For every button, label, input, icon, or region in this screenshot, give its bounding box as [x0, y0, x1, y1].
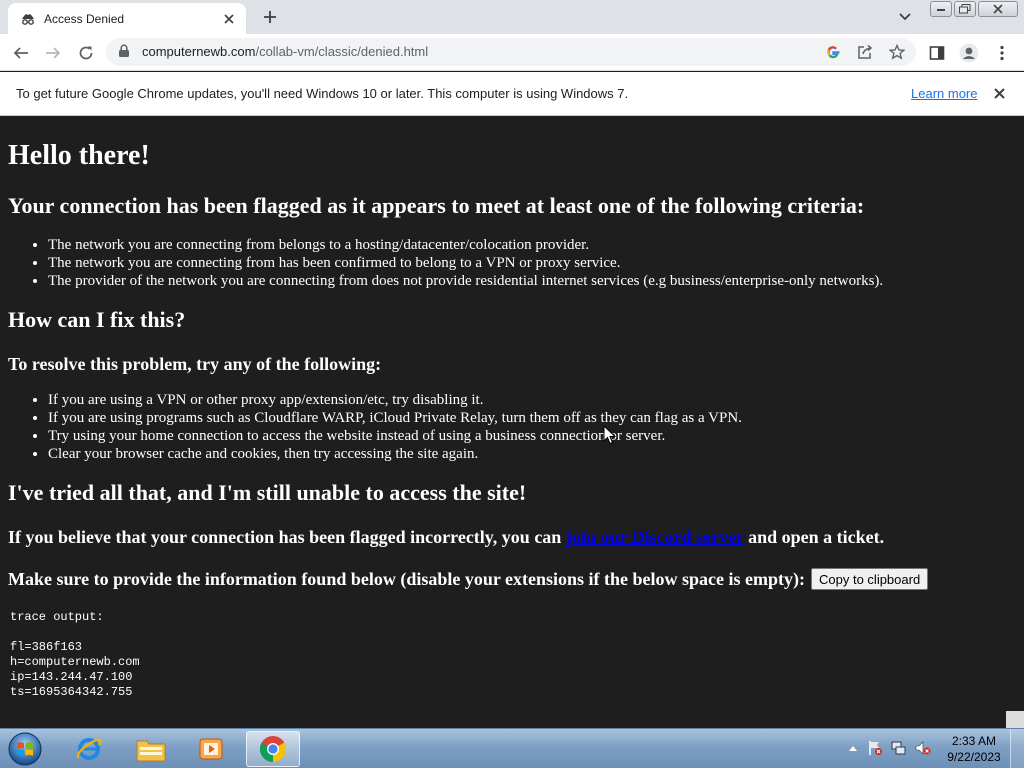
copy-to-clipboard-button[interactable]: Copy to clipboard: [811, 568, 929, 590]
page-content: Hello there! Your connection has been fl…: [0, 140, 1006, 700]
list-item: The network you are connecting from has …: [48, 254, 998, 272]
trace-line: ip=143.244.47.100: [10, 670, 133, 684]
close-window-button[interactable]: [978, 1, 1018, 17]
url-path: /collab-vm/classic/denied.html: [255, 44, 429, 59]
still-unable-heading: I've tried all that, and I'm still unabl…: [8, 480, 527, 505]
provide-info-text: Make sure to provide the information fou…: [8, 569, 806, 589]
file-explorer-icon: [136, 740, 166, 762]
fixes-list: If you are using a VPN or other proxy ap…: [8, 391, 998, 463]
list-item: Try using your home connection to access…: [48, 427, 998, 445]
restore-button[interactable]: [954, 1, 976, 17]
taskbar-media-player[interactable]: [184, 731, 238, 767]
address-bar[interactable]: computernewb.com/collab-vm/classic/denie…: [106, 38, 916, 66]
list-item: The network you are connecting from belo…: [48, 236, 998, 254]
tab-access-denied[interactable]: Access Denied: [8, 3, 246, 34]
url-text[interactable]: computernewb.com/collab-vm/classic/denie…: [142, 44, 428, 59]
update-infobar: To get future Google Chrome updates, you…: [0, 72, 1024, 116]
vertical-scrollbar[interactable]: [1006, 117, 1024, 711]
list-item: If you are using a VPN or other proxy ap…: [48, 391, 998, 409]
tab-strip: Access Denied: [0, 0, 1024, 34]
criteria-heading: Your connection has been flagged as it a…: [8, 193, 865, 218]
trace-line: fl=386f163: [10, 640, 83, 654]
lock-icon[interactable]: [118, 44, 130, 63]
scrollbar-corner: [1006, 711, 1024, 728]
share-icon[interactable]: [856, 43, 874, 61]
infobar-close-icon[interactable]: [990, 84, 1008, 102]
trace-line: h=computernewb.com: [10, 655, 140, 669]
clock-date: 9/22/2023: [947, 750, 1001, 764]
trace-line: ts=1695364342.755: [10, 685, 133, 699]
minimize-button[interactable]: [930, 1, 952, 17]
trace-output[interactable]: trace output: fl=386f163 h=computernewb.…: [8, 610, 998, 700]
list-item: If you are using programs such as Cloudf…: [48, 409, 998, 427]
new-tab-button[interactable]: [258, 6, 282, 28]
list-item: Clear your browser cache and cookies, th…: [48, 445, 998, 463]
clock-time: 2:33 AM: [951, 734, 997, 748]
incognito-spy-icon: [20, 11, 36, 27]
learn-more-link[interactable]: Learn more: [911, 86, 977, 101]
taskbar-internet-explorer[interactable]: [62, 731, 116, 767]
trace-line: trace output:: [10, 610, 104, 624]
windows-start-orb-icon: [8, 732, 42, 766]
page-viewport: Hello there! Your connection has been fl…: [0, 117, 1006, 711]
horizontal-scrollbar-area: [0, 711, 1006, 728]
tab-title: Access Denied: [44, 11, 125, 26]
profile-avatar-icon[interactable]: [957, 41, 981, 65]
ticket-paragraph: If you believe that your connection has …: [8, 526, 998, 548]
system-clock[interactable]: 2:33 AM 9/22/2023: [944, 733, 1004, 765]
browser-toolbar: computernewb.com/collab-vm/classic/denie…: [0, 34, 1024, 71]
reload-button[interactable]: [74, 41, 98, 65]
show-hidden-icons-arrow[interactable]: [844, 739, 862, 757]
start-button[interactable]: [6, 731, 44, 767]
resolve-heading: To resolve this problem, try any of the …: [8, 354, 382, 374]
volume-muted-icon[interactable]: [914, 739, 932, 757]
tab-close-icon[interactable]: [220, 10, 238, 28]
taskbar-chrome[interactable]: [246, 731, 300, 767]
ticket-text-before: If you believe that your connection has …: [8, 527, 566, 547]
page-title: Hello there!: [8, 140, 150, 171]
criteria-list: The network you are connecting from belo…: [8, 236, 998, 290]
discord-server-link[interactable]: join our Discord server: [566, 527, 744, 547]
infobar-message: To get future Google Chrome updates, you…: [16, 86, 629, 101]
url-host: computernewb.com: [142, 44, 256, 59]
fix-heading: How can I fix this?: [8, 307, 186, 332]
taskbar-file-explorer[interactable]: [124, 731, 178, 767]
action-center-flag-icon[interactable]: [866, 739, 884, 757]
list-item: The provider of the network you are conn…: [48, 272, 998, 290]
internet-explorer-icon: [76, 738, 102, 760]
google-translate-icon[interactable]: [824, 43, 842, 61]
show-desktop-button[interactable]: [1010, 729, 1024, 768]
windows-taskbar: 2:33 AM 9/22/2023: [0, 728, 1024, 768]
bookmark-star-icon[interactable]: [888, 43, 906, 61]
chrome-menu-icon[interactable]: [990, 41, 1014, 65]
side-panel-button[interactable]: [925, 41, 949, 65]
tab-search-chevron-icon[interactable]: [896, 8, 914, 26]
network-icon[interactable]: [890, 739, 908, 757]
chrome-icon: [259, 736, 287, 763]
back-button[interactable]: [9, 41, 33, 65]
forward-button[interactable]: [41, 41, 65, 65]
mouse-cursor-icon: [603, 425, 617, 445]
media-player-icon: [199, 738, 223, 760]
ticket-text-after: and open a ticket.: [743, 527, 885, 547]
provide-info-paragraph: Make sure to provide the information fou…: [8, 568, 998, 590]
